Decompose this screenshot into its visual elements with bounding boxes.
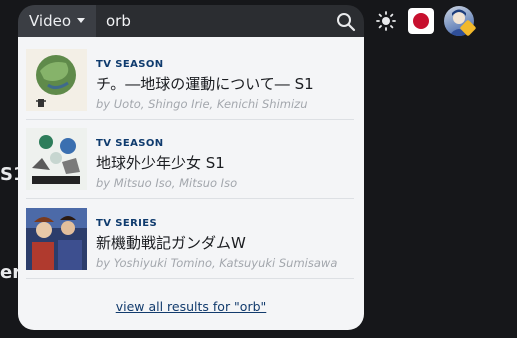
search-type-select[interactable]: Video [18, 5, 96, 37]
search-result-item[interactable]: TV SEASON チ。―地球の運動について― S1 by Uoto, Shin… [26, 49, 356, 119]
result-type: TV SEASON [96, 138, 164, 149]
japan-flag-icon [413, 13, 429, 29]
result-authors: by Uoto, Shingo Irie, Kenichi Shimizu [96, 97, 308, 111]
sun-icon [376, 11, 396, 31]
theme-toggle-button[interactable] [375, 10, 397, 32]
divider [26, 119, 354, 120]
divider [26, 198, 354, 199]
result-title: 地球外少年少女 S1 [96, 154, 225, 172]
search-results-dropdown: TV SEASON チ。―地球の運動について― S1 by Uoto, Shin… [18, 37, 364, 330]
search-icon [337, 13, 356, 32]
view-all-results-link[interactable]: view all results for "orb" [18, 299, 364, 314]
chevron-down-icon [77, 17, 86, 23]
divider [26, 278, 354, 279]
result-type: TV SERIES [96, 218, 158, 229]
result-thumbnail [26, 49, 87, 111]
search-input[interactable] [106, 5, 326, 37]
search-result-item[interactable]: TV SEASON 地球外少年少女 S1 by Mitsuo Iso, Mits… [26, 128, 356, 198]
result-thumbnail [26, 128, 87, 190]
result-title: 新機動戦記ガンダムW [96, 234, 246, 252]
language-button[interactable] [408, 8, 434, 34]
search-type-label: Video [28, 12, 72, 30]
search-result-item[interactable]: TV SERIES 新機動戦記ガンダムW by Yoshiyuki Tomino… [26, 208, 356, 278]
result-thumbnail [26, 208, 87, 270]
result-authors: by Mitsuo Iso, Mitsuo Iso [96, 176, 238, 190]
result-authors: by Yoshiyuki Tomino, Katsuyuki Sumisawa [96, 256, 338, 270]
result-title: チ。―地球の運動について― S1 [96, 75, 314, 93]
result-type: TV SEASON [96, 59, 164, 70]
search-button[interactable] [335, 11, 357, 33]
